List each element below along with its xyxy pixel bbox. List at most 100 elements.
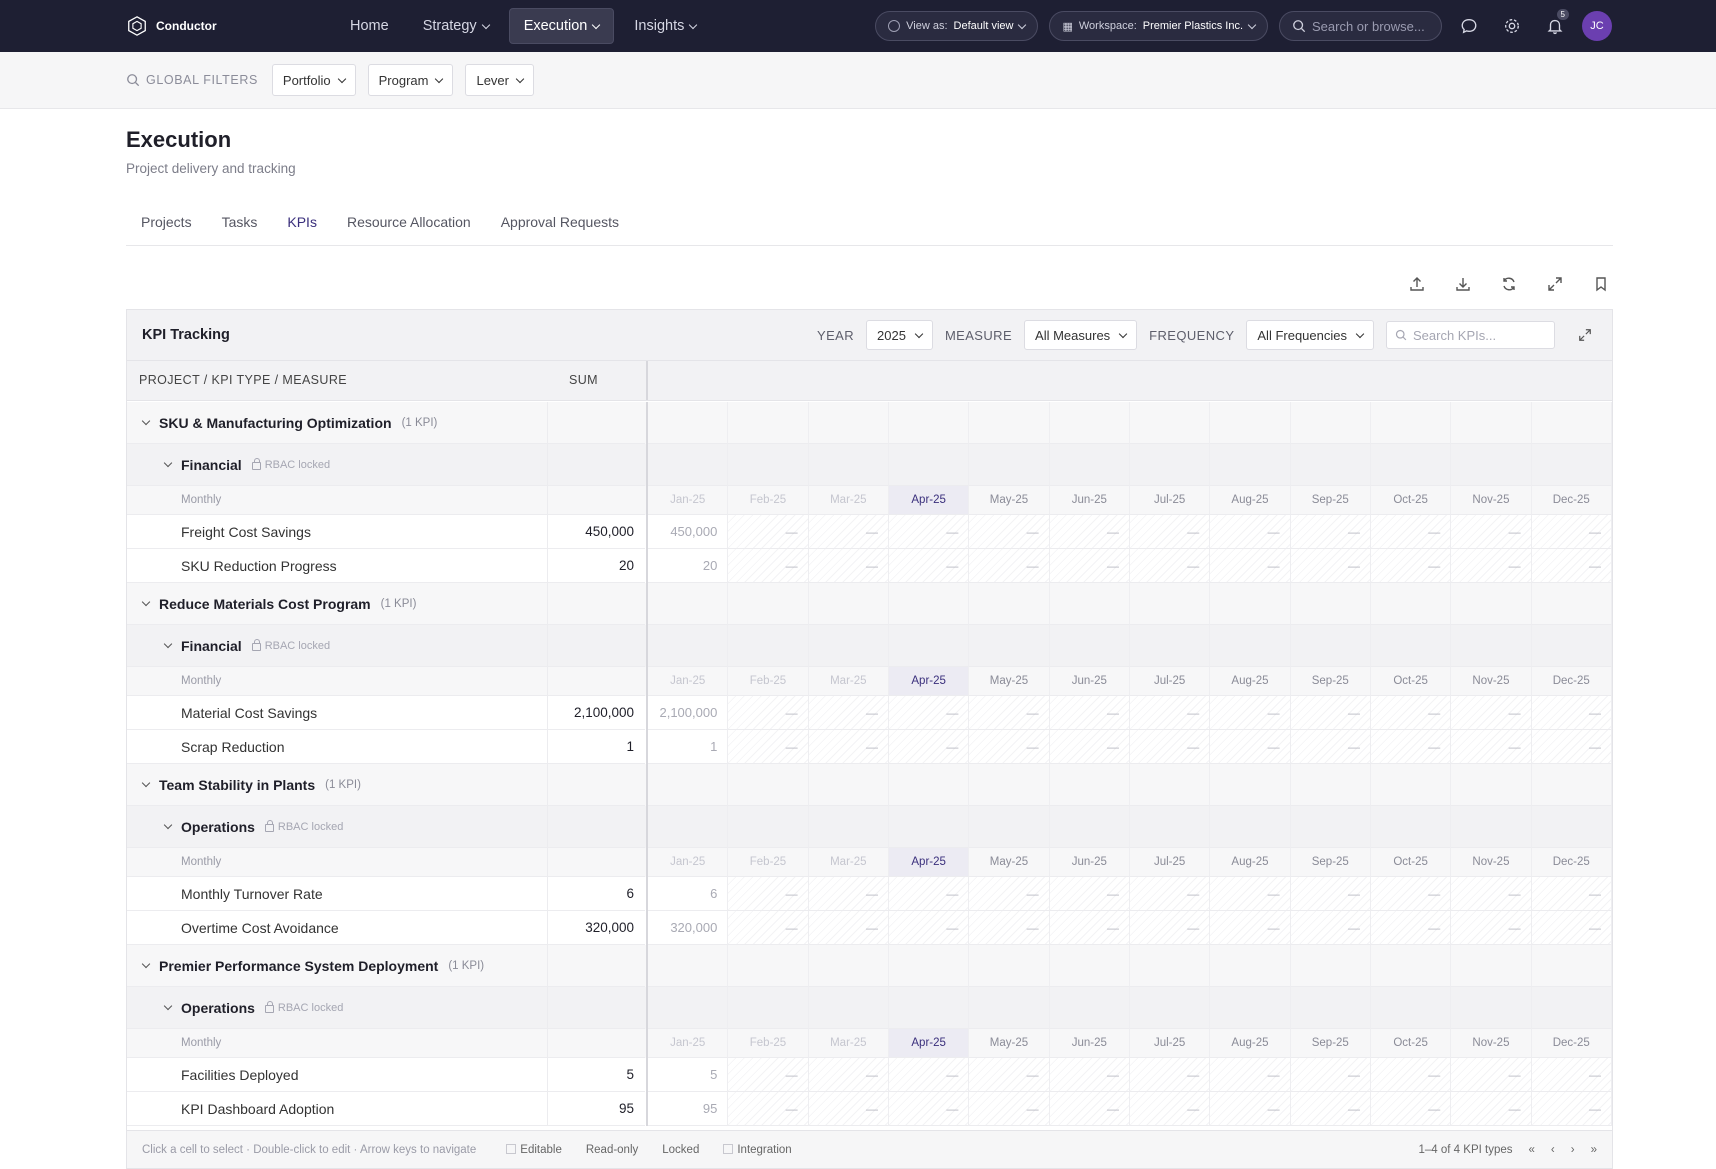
chevron-down-icon[interactable] (163, 1001, 173, 1010)
kpi-value-cell[interactable]: — (1129, 877, 1211, 911)
kpi-value-cell[interactable]: — (888, 877, 970, 911)
chevron-down-icon[interactable] (141, 778, 151, 787)
kpi-value-cell[interactable]: — (728, 1058, 809, 1092)
kpi-value-cell[interactable]: — (888, 1092, 970, 1126)
nav-execution[interactable]: Execution (508, 8, 615, 44)
kpi-value-cell[interactable]: 5 (648, 1058, 729, 1092)
expand-icon[interactable] (1543, 272, 1567, 296)
kpi-value-cell[interactable]: — (1129, 911, 1211, 945)
chevron-down-icon[interactable] (141, 416, 151, 425)
kpi-value-cell[interactable]: — (1210, 549, 1291, 583)
kpi-value-cell[interactable]: — (1290, 696, 1371, 730)
kpi-value-cell[interactable]: — (969, 877, 1050, 911)
kpi-value-cell[interactable]: — (1049, 696, 1130, 730)
kpi-value-cell[interactable]: — (1531, 1058, 1612, 1092)
view-as-selector[interactable]: View as: Default view (875, 11, 1039, 41)
kpi-value-cell[interactable]: — (728, 549, 809, 583)
user-avatar[interactable]: JC (1582, 11, 1612, 41)
chevron-down-icon[interactable] (141, 959, 151, 968)
nav-strategy[interactable]: Strategy (409, 9, 503, 43)
kpi-value-cell[interactable]: — (1049, 1058, 1130, 1092)
kpi-value-cell[interactable]: — (1210, 911, 1291, 945)
kpi-value-cell[interactable]: — (1370, 911, 1452, 945)
gear-icon[interactable] (1496, 10, 1528, 42)
first-page-icon[interactable]: « (1529, 1144, 1535, 1156)
kpi-type-cell[interactable]: Operations RBAC locked (127, 806, 547, 848)
project-cell[interactable]: Reduce Materials Cost Program (1 KPI) (127, 583, 547, 625)
kpi-value-cell[interactable]: — (1210, 1058, 1291, 1092)
kpi-value-cell[interactable]: — (888, 549, 970, 583)
kpi-value-cell[interactable]: — (1049, 730, 1130, 764)
kpi-value-cell[interactable]: — (1290, 877, 1371, 911)
kpi-value-cell[interactable]: — (728, 911, 809, 945)
kpi-value-cell[interactable]: — (1290, 549, 1371, 583)
kpi-type-cell[interactable]: Operations RBAC locked (127, 987, 547, 1029)
download-icon[interactable] (1451, 272, 1475, 296)
nav-insights[interactable]: Insights (620, 9, 710, 43)
kpi-value-cell[interactable]: — (1531, 515, 1612, 549)
kpi-value-cell[interactable]: — (1370, 696, 1452, 730)
kpi-value-cell[interactable]: — (1049, 515, 1130, 549)
brand-logo[interactable]: Conductor (126, 15, 336, 37)
project-cell[interactable]: SKU & Manufacturing Optimization (1 KPI) (127, 402, 547, 444)
kpi-value-cell[interactable]: 1 (648, 730, 729, 764)
kpi-value-cell[interactable]: — (1451, 549, 1532, 583)
kpi-value-cell[interactable]: — (1210, 515, 1291, 549)
kpi-value-cell[interactable]: — (1129, 1092, 1211, 1126)
kpi-value-cell[interactable]: — (888, 696, 970, 730)
kpi-value-cell[interactable]: — (1049, 877, 1130, 911)
kpi-value-cell[interactable]: — (808, 696, 889, 730)
kpi-value-cell[interactable]: — (1531, 1092, 1612, 1126)
kpi-value-cell[interactable]: — (728, 696, 809, 730)
kpi-value-cell[interactable]: 320,000 (648, 911, 729, 945)
kpi-value-cell[interactable]: — (728, 515, 809, 549)
kpi-value-cell[interactable]: — (1049, 1092, 1130, 1126)
upload-icon[interactable] (1405, 272, 1429, 296)
bookmark-icon[interactable] (1589, 272, 1613, 296)
kpi-value-cell[interactable]: — (1370, 549, 1452, 583)
kpi-value-cell[interactable]: — (1129, 549, 1211, 583)
kpi-type-cell[interactable]: Financial RBAC locked (127, 444, 547, 486)
kpi-value-cell[interactable]: — (1370, 1092, 1452, 1126)
next-page-icon[interactable]: › (1571, 1144, 1575, 1156)
kpi-value-cell[interactable]: — (1290, 911, 1371, 945)
kpi-value-cell[interactable]: 95 (648, 1092, 729, 1126)
kpi-value-cell[interactable]: — (1451, 515, 1532, 549)
kpi-value-cell[interactable]: — (969, 911, 1050, 945)
kpi-value-cell[interactable]: — (1370, 730, 1452, 764)
kpi-value-cell[interactable]: — (888, 515, 970, 549)
kpi-type-cell[interactable]: Financial RBAC locked (127, 625, 547, 667)
tab-approval-requests[interactable]: Approval Requests (486, 208, 634, 246)
kpi-value-cell[interactable]: — (808, 877, 889, 911)
frequency-select[interactable]: All Frequencies (1246, 320, 1374, 350)
tab-tasks[interactable]: Tasks (207, 208, 273, 246)
tab-projects[interactable]: Projects (126, 208, 207, 246)
nav-home[interactable]: Home (336, 9, 403, 43)
kpi-value-cell[interactable]: — (1210, 877, 1291, 911)
measure-select[interactable]: All Measures (1024, 320, 1138, 350)
kpi-value-cell[interactable]: — (1451, 730, 1532, 764)
kpi-value-cell[interactable]: — (1290, 1058, 1371, 1092)
kpi-value-cell[interactable]: — (1451, 1092, 1532, 1126)
kpi-value-cell[interactable]: — (888, 911, 970, 945)
kpi-value-cell[interactable]: — (1290, 1092, 1371, 1126)
kpi-value-cell[interactable]: — (1210, 1092, 1291, 1126)
kpi-value-cell[interactable]: — (1370, 515, 1452, 549)
global-search-input[interactable]: Search or browse... (1279, 11, 1442, 41)
kpi-value-cell[interactable]: — (1370, 877, 1452, 911)
kpi-value-cell[interactable]: 2,100,000 (648, 696, 729, 730)
kpi-value-cell[interactable]: — (808, 1058, 889, 1092)
kpi-value-cell[interactable]: — (1129, 730, 1211, 764)
kpi-value-cell[interactable]: — (728, 1092, 809, 1126)
kpi-value-cell[interactable]: — (969, 1092, 1050, 1126)
fullscreen-icon[interactable] (1573, 323, 1597, 347)
kpi-value-cell[interactable]: — (1049, 911, 1130, 945)
kpi-value-cell[interactable]: — (888, 730, 970, 764)
chevron-down-icon[interactable] (163, 820, 173, 829)
filter-portfolio[interactable]: Portfolio (271, 64, 356, 96)
kpi-value-cell[interactable]: 20 (648, 549, 729, 583)
kpi-value-cell[interactable]: — (969, 515, 1050, 549)
kpi-value-cell[interactable]: — (969, 549, 1050, 583)
kpi-value-cell[interactable]: — (1129, 515, 1211, 549)
kpi-value-cell[interactable]: — (808, 730, 889, 764)
